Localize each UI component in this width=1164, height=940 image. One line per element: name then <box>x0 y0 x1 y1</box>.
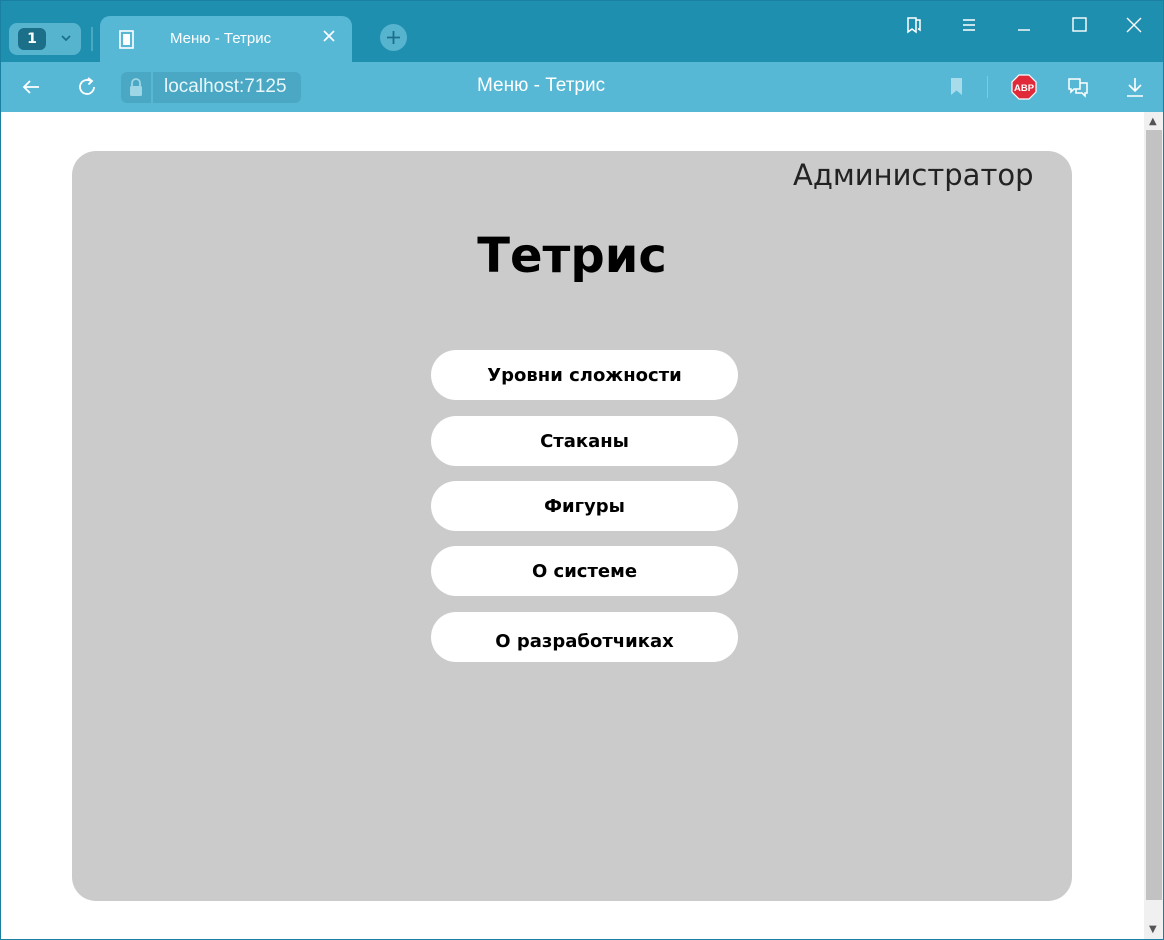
tab-title: Меню - Тетрис <box>170 30 272 47</box>
scroll-up-icon[interactable]: ▲ <box>1149 116 1157 127</box>
back-arrow-icon[interactable] <box>19 75 43 103</box>
glasses-button[interactable]: Стаканы <box>431 416 738 466</box>
menu-card: Администратор Тетрис Уровни сложности Ст… <box>72 151 1072 901</box>
adblock-icon[interactable]: ABP <box>1011 74 1037 100</box>
tab-separator <box>91 27 93 51</box>
reload-icon[interactable] <box>75 75 99 103</box>
tab-counter-button[interactable]: 1 <box>9 23 81 55</box>
difficulty-levels-button[interactable]: Уровни сложности <box>431 350 738 400</box>
tab-count: 1 <box>18 28 46 50</box>
maximize-icon[interactable] <box>1068 14 1090 40</box>
adblock-label: ABP <box>1014 83 1035 94</box>
site-info-button[interactable] <box>121 72 151 103</box>
bookmark-icon[interactable] <box>946 75 968 103</box>
address-bar: localhost:7125 Меню - Тетрис ABP <box>0 62 1164 112</box>
url-text: localhost:7125 <box>164 76 287 97</box>
user-role-label: Администратор <box>793 158 1034 192</box>
page-heading: Меню - Тетрис <box>477 75 606 96</box>
menu-icon[interactable] <box>958 14 980 40</box>
close-icon[interactable] <box>322 28 336 47</box>
translate-icon[interactable] <box>1066 75 1090 103</box>
url-field[interactable]: localhost:7125 <box>153 72 301 103</box>
page-title: Тетрис <box>477 228 667 284</box>
bookmarks-panel-icon[interactable] <box>903 14 925 40</box>
scrollbar-thumb[interactable] <box>1146 130 1162 900</box>
about-developers-button[interactable]: О разработчиках <box>431 612 738 662</box>
page-icon <box>116 28 138 54</box>
scroll-down-icon[interactable]: ▼ <box>1149 924 1157 935</box>
window-close-icon[interactable] <box>1123 14 1145 40</box>
download-icon[interactable] <box>1123 75 1147 103</box>
toolbar-separator <box>987 76 988 98</box>
figures-button[interactable]: Фигуры <box>431 481 738 531</box>
tab-active[interactable]: Меню - Тетрис <box>100 16 352 62</box>
about-system-button[interactable]: О системе <box>431 546 738 596</box>
new-tab-button[interactable] <box>380 24 407 51</box>
tab-bar: 1 Меню - Тетрис <box>0 0 1164 62</box>
minimize-icon[interactable] <box>1013 14 1035 40</box>
chevron-down-icon <box>59 27 73 53</box>
